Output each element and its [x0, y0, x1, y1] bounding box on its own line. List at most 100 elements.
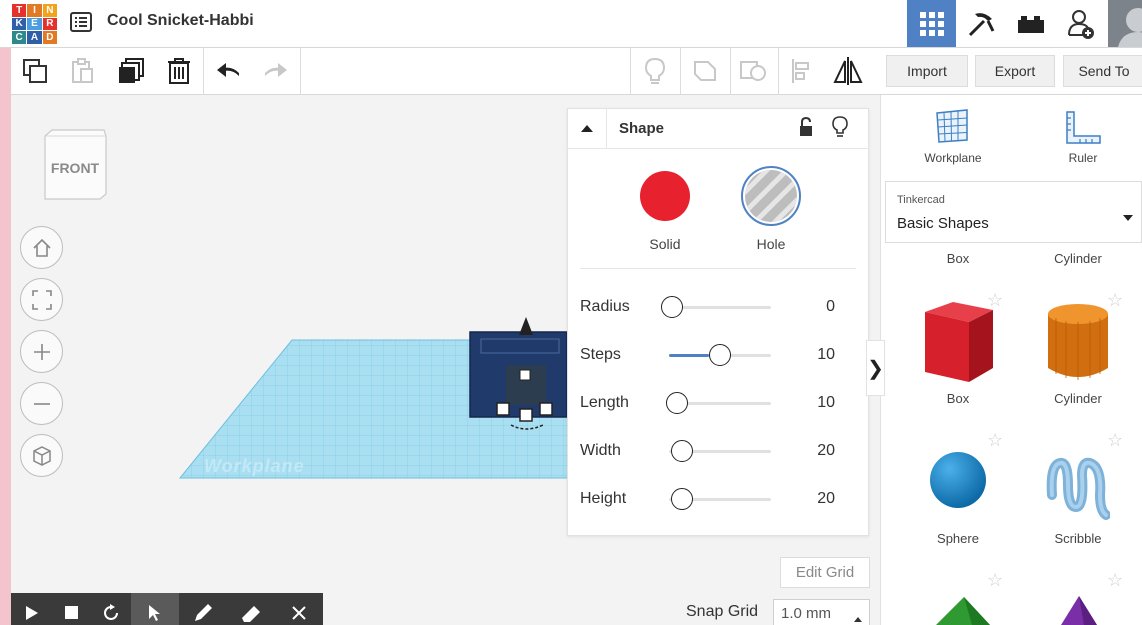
param-label-length: Length	[580, 394, 629, 411]
mirror-button[interactable]	[831, 54, 865, 88]
workplane-tool-label: Workplane	[924, 151, 982, 165]
toolbar-divider	[300, 48, 301, 95]
document-title[interactable]: Cool Snicket-Habbi	[107, 12, 254, 30]
favorite-star-icon[interactable]: ☆	[987, 290, 1003, 311]
export-button[interactable]: Export	[975, 55, 1055, 87]
paste-button[interactable]	[65, 54, 99, 88]
shape-panel-title: Shape	[619, 120, 665, 137]
delete-button[interactable]	[162, 54, 196, 88]
workplane-tool[interactable]	[934, 108, 970, 149]
duplicate-button[interactable]	[114, 54, 148, 88]
favorite-star-icon[interactable]: ☆	[1107, 570, 1123, 591]
favorite-star-icon[interactable]: ☆	[987, 430, 1003, 451]
zoom-out-button[interactable]	[20, 382, 63, 425]
shape-cylinder[interactable]	[1046, 302, 1110, 387]
stop-icon	[64, 606, 78, 619]
logo-letter: R	[42, 17, 57, 31]
redo-button[interactable]	[258, 54, 292, 88]
fit-view-button[interactable]	[20, 278, 63, 321]
param-value-radius[interactable]: 0	[795, 298, 835, 316]
cursor-arrow-icon	[149, 604, 160, 621]
radius-slider-handle[interactable]	[661, 296, 683, 318]
param-value-height[interactable]: 20	[795, 490, 835, 508]
solid-color-swatch[interactable]	[640, 171, 690, 221]
pencil-tool-button[interactable]	[190, 600, 216, 625]
category-source-label: Tinkercad	[897, 194, 945, 206]
shape-sphere[interactable]	[928, 450, 988, 515]
shape-label-box: Box	[946, 391, 970, 406]
undo-button[interactable]	[212, 54, 246, 88]
notes-button[interactable]	[638, 54, 672, 88]
play-button[interactable]	[19, 600, 45, 625]
stop-button[interactable]	[58, 600, 84, 625]
select-tool-button[interactable]	[142, 600, 168, 625]
lightbulb-icon	[644, 57, 666, 84]
view-cube-face-label: FRONT	[50, 160, 100, 176]
collapse-library-tab[interactable]: ❯	[866, 340, 885, 396]
copy-button[interactable]	[18, 54, 52, 88]
ruler-tool[interactable]	[1064, 110, 1102, 151]
menu-list-icon[interactable]	[70, 11, 92, 33]
param-value-width[interactable]: 20	[795, 442, 835, 460]
caret-down-icon	[1122, 209, 1134, 227]
reset-button[interactable]	[98, 600, 124, 625]
mirror-icon	[833, 57, 863, 85]
logo-letter: E	[27, 17, 42, 31]
home-view-button[interactable]	[20, 226, 63, 269]
group-icon	[694, 61, 716, 81]
radius-slider-track[interactable]	[669, 306, 771, 309]
grid-view-button[interactable]	[907, 0, 956, 47]
favorite-star-icon[interactable]: ☆	[1107, 290, 1123, 311]
light-bulb-button[interactable]	[832, 116, 848, 143]
edit-grid-button[interactable]: Edit Grid	[780, 557, 870, 588]
ruler-icon	[1066, 111, 1101, 144]
align-button[interactable]	[784, 54, 818, 88]
logo-letter: D	[42, 31, 57, 44]
tinkercad-logo[interactable]: T I N K E R C A D	[12, 4, 57, 44]
import-button[interactable]: Import	[886, 55, 968, 87]
steps-slider-handle[interactable]	[709, 344, 731, 366]
close-button[interactable]	[286, 600, 312, 625]
width-slider-handle[interactable]	[671, 440, 693, 462]
param-label-steps: Steps	[580, 346, 621, 363]
bricks-icon	[1017, 15, 1044, 33]
send-to-button[interactable]: Send To	[1063, 55, 1142, 87]
minecraft-build-button[interactable]	[956, 0, 1005, 47]
perspective-button[interactable]	[20, 434, 63, 477]
param-value-length[interactable]: 10	[795, 394, 835, 412]
workplane-grid-icon	[936, 109, 968, 143]
favorite-star-icon[interactable]: ☆	[987, 570, 1003, 591]
toolbar-divider	[630, 48, 631, 95]
favorite-star-icon[interactable]: ☆	[1107, 430, 1123, 451]
hole-swatch[interactable]	[741, 166, 801, 226]
param-label-width: Width	[580, 442, 621, 459]
height-slider-handle[interactable]	[671, 488, 693, 510]
shape-label-cylinder: Cylinder	[1054, 391, 1102, 406]
logo-letter: K	[12, 17, 27, 31]
view-cube[interactable]: FRONT	[42, 128, 108, 200]
collapse-panel-button[interactable]	[567, 108, 607, 148]
ungroup-button[interactable]	[736, 54, 770, 88]
toolbar-divider	[730, 48, 731, 95]
logo-letter: C	[12, 31, 27, 44]
length-slider-handle[interactable]	[666, 392, 688, 414]
snap-grid-select[interactable]: 1.0 mm	[773, 599, 870, 625]
shape-box[interactable]	[917, 298, 997, 393]
eraser-tool-button[interactable]	[238, 600, 264, 625]
bricks-button[interactable]	[1006, 0, 1055, 47]
workplane-label: Workplane	[204, 456, 305, 476]
add-user-button[interactable]	[1056, 0, 1105, 47]
lock-button[interactable]	[798, 116, 814, 142]
logo-letter: T	[12, 4, 27, 17]
toolbar-divider	[680, 48, 681, 95]
shape-category-select[interactable]: Tinkercad Basic Shapes	[885, 181, 1142, 243]
lightbulb-icon	[832, 116, 848, 137]
shape-cone[interactable]	[1060, 595, 1098, 625]
group-button[interactable]	[688, 54, 722, 88]
zoom-in-button[interactable]	[20, 330, 63, 373]
shape-roof[interactable]	[932, 595, 994, 625]
category-value: Basic Shapes	[897, 215, 989, 232]
avatar[interactable]	[1108, 0, 1142, 47]
param-value-steps[interactable]: 10	[795, 346, 835, 364]
shape-scribble[interactable]	[1046, 455, 1111, 528]
